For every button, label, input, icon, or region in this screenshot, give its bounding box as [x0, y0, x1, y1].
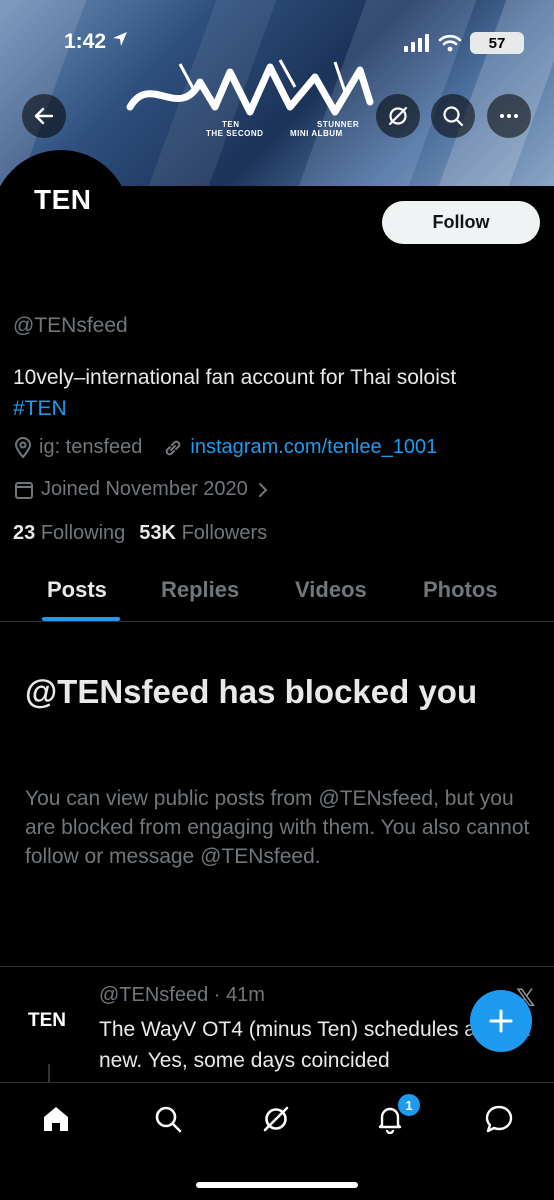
bio-text: 10vely–international fan account for Tha…	[13, 366, 457, 389]
bio-hashtag-link[interactable]: #TEN	[13, 397, 67, 420]
thread-line	[48, 1064, 50, 1084]
nav-home[interactable]	[38, 1101, 74, 1137]
profile-website-link[interactable]: instagram.com/tenlee_1001	[190, 436, 437, 459]
plus-icon	[489, 1009, 513, 1033]
search-icon	[443, 106, 464, 127]
followers-label: Followers	[181, 522, 268, 544]
nav-search[interactable]	[150, 1101, 186, 1137]
profile-meta-row: ig: tensfeed instagram.com/tenlee_1001	[13, 436, 437, 459]
chevron-right-icon	[258, 482, 268, 497]
profile-bio: 10vely–international fan account for Tha…	[13, 362, 513, 424]
nav-grok[interactable]	[258, 1101, 294, 1137]
home-icon	[44, 1107, 68, 1131]
arrow-left-icon	[34, 107, 54, 125]
blocked-description: You can view public posts from @TENsfeed…	[25, 787, 530, 868]
following-count: 23	[13, 522, 36, 544]
cellular-signal-icon	[404, 34, 429, 52]
home-indicator	[196, 1182, 358, 1188]
profile-handle: @TENsfeed	[13, 314, 128, 337]
following-link[interactable]: 23 Following	[13, 522, 125, 545]
profile-joined-row[interactable]: Joined November 2020	[13, 478, 270, 501]
follow-button[interactable]: Follow	[382, 201, 540, 244]
profile-tabs: Posts Replies Videos Photos	[0, 560, 554, 622]
followers-link[interactable]: 53K Followers	[139, 522, 267, 545]
active-tab-indicator	[42, 617, 120, 621]
search-icon	[155, 1106, 182, 1133]
search-button[interactable]	[431, 94, 475, 138]
back-button[interactable]	[22, 94, 66, 138]
grok-button[interactable]	[376, 94, 420, 138]
more-horizontal-icon	[500, 114, 518, 118]
profile-location: ig: tensfeed	[39, 436, 143, 458]
compose-button[interactable]	[470, 990, 532, 1052]
avatar-text: TEN	[34, 184, 92, 215]
post-time: 41m	[226, 984, 265, 1006]
calendar-icon	[15, 481, 33, 499]
battery-indicator: 57	[470, 32, 524, 54]
following-label: Following	[40, 522, 126, 544]
status-bar: 1:42 57	[0, 28, 554, 58]
banner-album-type: MINI ALBUM	[290, 129, 343, 138]
followers-count: 53K	[139, 522, 176, 544]
grok-icon	[388, 106, 408, 126]
tab-replies[interactable]: Replies	[161, 577, 239, 603]
status-time-text: 1:42	[64, 30, 107, 53]
status-time: 1:42	[64, 30, 128, 54]
banner-album-name: STUNNER	[317, 120, 360, 129]
post-handle[interactable]: @TENsfeed	[99, 984, 208, 1006]
follow-stats: 23 Following 53K Followers	[13, 522, 267, 545]
location-pin-icon	[14, 436, 32, 459]
more-options-button[interactable]	[487, 94, 531, 138]
link-icon	[166, 440, 181, 455]
blocked-title: @TENsfeed has blocked you	[25, 673, 478, 710]
profile-joined-date: Joined November 2020	[41, 478, 248, 500]
banner-artist: TEN	[222, 120, 240, 129]
post-header: @TENsfeed · 41m	[99, 984, 265, 1006]
tab-videos[interactable]: Videos	[295, 577, 367, 603]
location-arrow-icon	[112, 32, 127, 46]
post-avatar[interactable]: TEN	[28, 1010, 66, 1032]
profile-avatar[interactable]	[0, 150, 130, 288]
wifi-icon	[438, 34, 462, 52]
tab-posts[interactable]: Posts	[47, 577, 107, 603]
message-bubble-icon	[485, 1105, 513, 1133]
tab-photos[interactable]: Photos	[423, 577, 498, 603]
banner-edition: THE SECOND	[206, 129, 264, 138]
divider	[0, 966, 554, 967]
grok-icon	[263, 1106, 289, 1132]
nav-messages[interactable]	[481, 1101, 517, 1137]
notification-badge: 1	[398, 1094, 420, 1116]
